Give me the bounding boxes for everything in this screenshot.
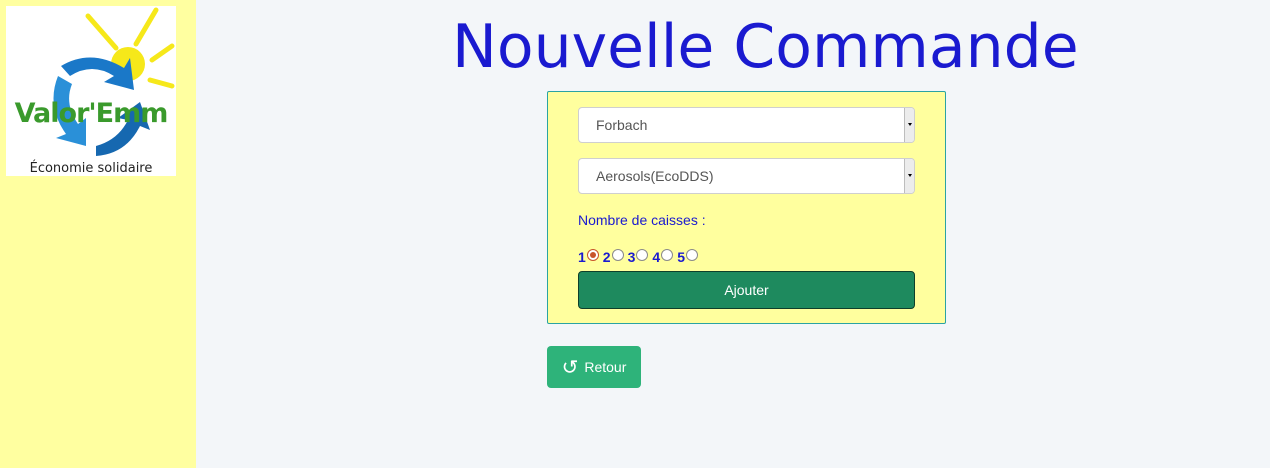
product-select[interactable]: Aerosols(EcoDDS) [578, 158, 915, 194]
caisses-radio-group: 1 2 3 4 5 [578, 246, 702, 264]
chevron-down-icon[interactable] [904, 108, 914, 142]
product-select-value: Aerosols(EcoDDS) [596, 168, 714, 184]
radio-label-4: 4 [652, 249, 661, 265]
back-button[interactable]: ↺ Retour [547, 346, 641, 388]
valoremm-logo: Valor'Emm Économie solidaire [6, 6, 176, 176]
site-select-value: Forbach [596, 117, 648, 133]
sidebar: Valor'Emm Économie solidaire [0, 0, 196, 468]
back-button-label: Retour [584, 359, 627, 375]
chevron-down-icon[interactable] [904, 159, 914, 193]
logo-wordmark: Valor'Emm [14, 98, 169, 129]
add-button[interactable]: Ajouter [578, 271, 915, 309]
site-select[interactable]: Forbach [578, 107, 915, 143]
radio-caisses-4[interactable] [661, 249, 674, 261]
radio-caisses-5[interactable] [685, 249, 698, 261]
radio-caisses-3[interactable] [636, 249, 649, 261]
radio-label-2: 2 [602, 249, 611, 265]
order-form: Forbach Aerosols(EcoDDS) Nombre de caiss… [547, 91, 946, 324]
radio-caisses-1[interactable] [586, 249, 599, 261]
logo-tagline: Économie solidaire [29, 161, 153, 176]
refresh-icon: ↺ [561, 355, 579, 379]
radio-label-1: 1 [578, 249, 586, 265]
logo-graphic [53, 7, 175, 156]
radio-caisses-2[interactable] [611, 249, 624, 261]
caisses-label: Nombre de caisses : [578, 212, 706, 228]
page-title: Nouvelle Commande [452, 12, 1079, 82]
radio-label-3: 3 [627, 249, 636, 265]
radio-label-5: 5 [677, 249, 685, 265]
